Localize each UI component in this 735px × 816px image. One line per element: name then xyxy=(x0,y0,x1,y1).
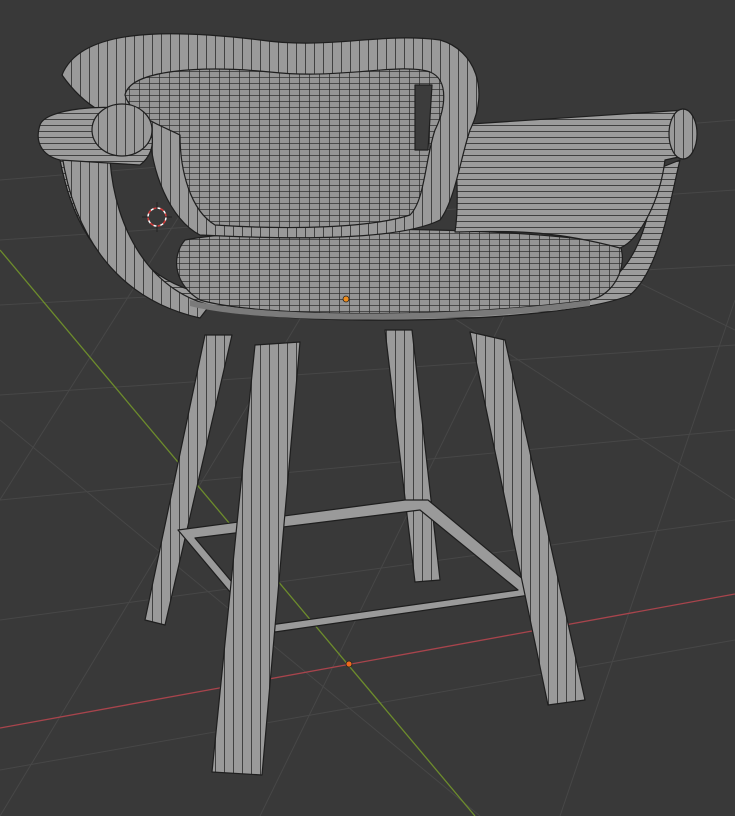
chair-leg-back-left[interactable] xyxy=(144,334,233,626)
armrest-left-cap[interactable] xyxy=(91,103,153,157)
seat-cushion[interactable] xyxy=(176,228,623,315)
3d-viewport[interactable] xyxy=(0,0,735,816)
armrest-right-cap[interactable] xyxy=(668,108,698,160)
viewport-canvas[interactable] xyxy=(0,0,735,816)
world-origin-icon xyxy=(345,660,353,668)
origin-point-icon[interactable] xyxy=(342,295,350,303)
chair-leg-front-right[interactable] xyxy=(469,331,586,706)
3d-cursor-icon[interactable] xyxy=(142,202,172,232)
chair-leg-front-left[interactable] xyxy=(211,341,301,776)
